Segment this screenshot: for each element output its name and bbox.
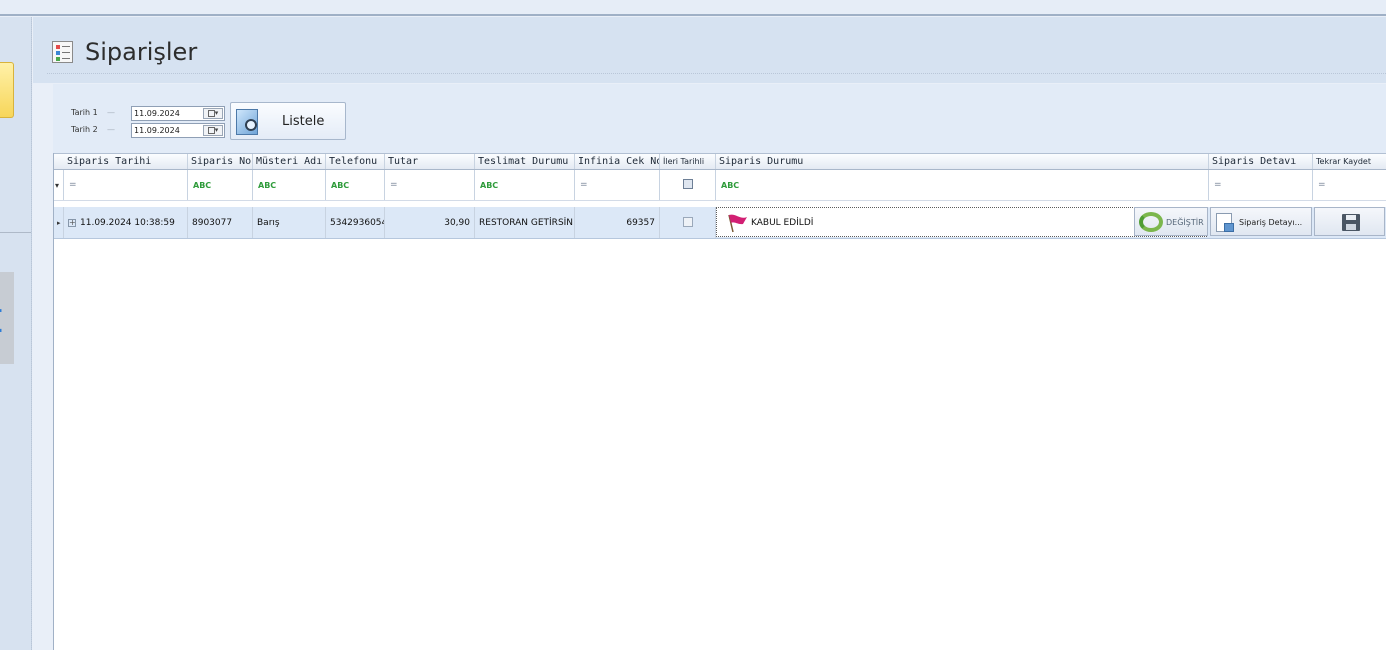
filter-contains-icon: ABC: [193, 181, 212, 190]
change-status-label: DEĞİŞTİR: [1166, 218, 1204, 227]
date1-value: 11.09.2024: [134, 109, 180, 118]
column-header-telefonu[interactable]: Telefonu: [326, 154, 385, 169]
cell-infinia-cek-no[interactable]: 69357: [575, 207, 660, 238]
column-header-teslimat-durumu[interactable]: Teslimat Durumu: [475, 154, 575, 169]
left-pane-tab[interactable]: [0, 62, 14, 118]
change-status-button[interactable]: DEĞİŞTİR: [1134, 207, 1208, 236]
filter-musteri-adi[interactable]: ABC: [253, 170, 326, 200]
left-pane-divider: [0, 232, 31, 233]
header-divider: [47, 73, 1386, 74]
filter-equals-icon: =: [390, 180, 398, 190]
flag-icon: [728, 214, 747, 233]
filter-equals-icon: =: [1214, 180, 1222, 190]
calendar-icon[interactable]: ▾: [203, 108, 223, 119]
column-header-siparis-durumu[interactable]: Siparis Durumu: [716, 154, 1209, 169]
cell-teslimat-durumu[interactable]: RESTORAN GETİRSİN: [475, 207, 575, 238]
filter-tutar[interactable]: =: [385, 170, 475, 200]
ileri-tarihli-checkbox[interactable]: [682, 216, 693, 227]
cell-tutar[interactable]: 30,90: [385, 207, 475, 238]
cell-musteri-adi[interactable]: Barış: [253, 207, 326, 238]
grid-header-row: Siparis Tarihi Siparis No Müsteri Adı Te…: [54, 153, 1386, 170]
calendar-icon[interactable]: ▾: [203, 125, 223, 136]
top-bar: [0, 0, 1386, 16]
column-header-tekrar-kaydet[interactable]: Tekrar Kaydet: [1313, 154, 1386, 169]
left-pane-collapsed-panel[interactable]: t: [0, 272, 14, 364]
filter-row-indicator: ▾: [54, 170, 64, 200]
filter-equals-icon: =: [580, 180, 588, 190]
order-detail-button[interactable]: Sipariş Detayı...: [1210, 207, 1312, 236]
floppy-disk-icon: [1342, 214, 1360, 231]
status-value: KABUL EDİLDİ: [751, 218, 814, 228]
filter-tekrar-kaydet[interactable]: =: [1313, 170, 1386, 200]
list-icon: [52, 41, 73, 63]
siparis-tarihi-value: 11.09.2024 10:38:59: [80, 218, 175, 228]
date2-value: 11.09.2024: [134, 126, 180, 135]
expand-icon[interactable]: +: [68, 218, 76, 227]
filter-ileri-tarihli[interactable]: [660, 170, 716, 200]
filter-siparis-no[interactable]: ABC: [188, 170, 253, 200]
column-header-infinia-cek-no[interactable]: Infinia Cek No: [575, 154, 660, 169]
document-lock-icon: [1216, 213, 1234, 232]
date2-separator: —: [107, 125, 115, 134]
save-again-button[interactable]: [1314, 207, 1385, 236]
filter-telefonu[interactable]: ABC: [326, 170, 385, 200]
column-header-siparis-detayi[interactable]: Siparis Detavı: [1209, 154, 1313, 169]
date1-separator: —: [107, 108, 115, 117]
row-indicator: ▸: [54, 207, 64, 238]
filter-contains-icon: ABC: [480, 181, 499, 190]
filter-equals-icon: =: [69, 180, 77, 190]
filter-checkbox[interactable]: [682, 178, 693, 189]
filter-infinia-cek-no[interactable]: =: [575, 170, 660, 200]
auto-filter-row: ▾ = ABC ABC ABC = ABC = ABC = =: [54, 170, 1386, 201]
column-header-siparis-no[interactable]: Siparis No: [188, 154, 253, 169]
refresh-icon: [1139, 212, 1163, 232]
column-header-tutar[interactable]: Tutar: [385, 154, 475, 169]
date2-label: Tarih 2: [71, 125, 98, 134]
filter-equals-icon: =: [1318, 180, 1326, 190]
list-button[interactable]: Listele: [230, 102, 346, 140]
column-header-ileri-tarihli[interactable]: İleri Tarihli: [660, 154, 716, 169]
cell-siparis-no[interactable]: 8903077: [188, 207, 253, 238]
filter-siparis-durumu[interactable]: ABC: [716, 170, 1209, 200]
order-detail-label: Sipariş Detayı...: [1239, 218, 1303, 227]
filter-contains-icon: ABC: [258, 181, 277, 190]
date1-label: Tarih 1: [71, 108, 98, 117]
column-header-siparis-tarihi[interactable]: Siparis Tarihi: [64, 154, 188, 169]
filter-contains-icon: ABC: [331, 181, 350, 190]
cell-telefonu[interactable]: 5342936054: [326, 207, 385, 238]
filter-siparis-tarihi[interactable]: =: [64, 170, 188, 200]
cell-siparis-tarihi[interactable]: +11.09.2024 10:38:59: [64, 207, 188, 238]
filter-siparis-detayi[interactable]: =: [1209, 170, 1313, 200]
left-pane-border: [31, 17, 32, 650]
page-title: Siparişler: [85, 38, 198, 66]
filter-teslimat-durumu[interactable]: ABC: [475, 170, 575, 200]
date1-field[interactable]: 11.09.2024 ▾: [131, 106, 225, 121]
date2-field[interactable]: 11.09.2024 ▾: [131, 123, 225, 138]
search-document-icon: [236, 109, 258, 135]
cell-ileri-tarihli[interactable]: [660, 207, 716, 238]
filter-contains-icon: ABC: [721, 181, 740, 190]
list-button-label: Listele: [282, 114, 325, 129]
column-header-musteri-adi[interactable]: Müsteri Adı: [253, 154, 326, 169]
